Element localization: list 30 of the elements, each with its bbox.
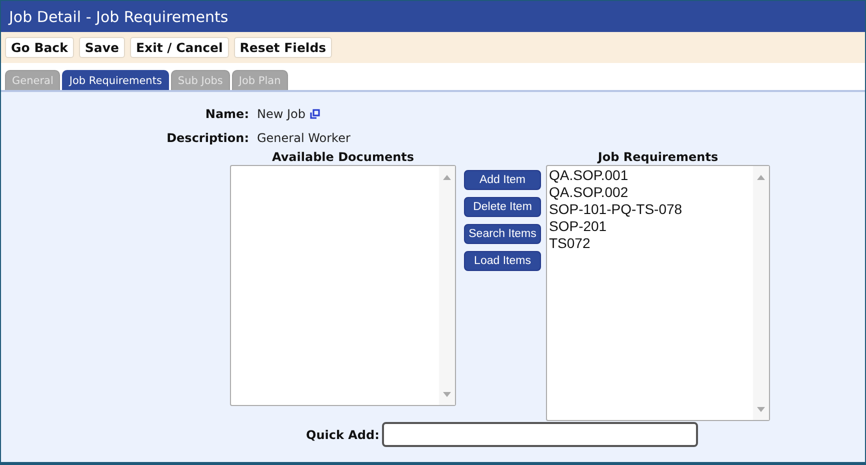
list-item[interactable]: QA.SOP.002 (549, 184, 751, 201)
action-button[interactable]: Load Items (464, 251, 541, 271)
field-label: Name: (205, 107, 249, 121)
scroll-up-icon[interactable] (757, 175, 765, 180)
quick-add-field[interactable] (382, 422, 698, 447)
field-label: Description: (166, 131, 249, 145)
scroll-down-icon[interactable] (443, 392, 451, 397)
action-button[interactable]: Add Item (464, 170, 541, 190)
action-button[interactable]: Search Items (464, 224, 541, 244)
scroll-down-icon[interactable] (757, 407, 765, 412)
list-box[interactable]: QA.SOP.001 QA.SOP.002 SOP-101-PQ-TS-078 SOP-201 TS072 (546, 165, 770, 421)
toolbar-button[interactable]: Save (78, 37, 125, 58)
list-item[interactable]: SOP-201 (549, 218, 751, 235)
list-heading: Available Documents (272, 150, 414, 164)
tab[interactable]: Job Requirements (62, 70, 169, 90)
toolbar-button[interactable]: Go Back (5, 37, 74, 58)
window-title: Job Detail - Job Requirements (9, 8, 228, 26)
action-button[interactable]: Delete Item (464, 197, 541, 217)
list-item[interactable]: SOP-101-PQ-TS-078 (549, 201, 751, 218)
list-item[interactable]: TS072 (549, 235, 751, 252)
field-label: Quick Add: (306, 428, 380, 442)
list-heading: Job Requirements (598, 150, 718, 164)
list-box[interactable] (230, 165, 456, 406)
toolbar-button[interactable]: Reset Fields (234, 37, 332, 58)
list-item[interactable]: QA.SOP.001 (549, 167, 751, 184)
copy-icon[interactable] (310, 109, 320, 119)
field-value: New Job (257, 107, 306, 121)
field-value: General Worker (257, 131, 350, 145)
toolbar-button[interactable]: Exit / Cancel (130, 37, 229, 58)
scroll-up-icon[interactable] (443, 175, 451, 180)
